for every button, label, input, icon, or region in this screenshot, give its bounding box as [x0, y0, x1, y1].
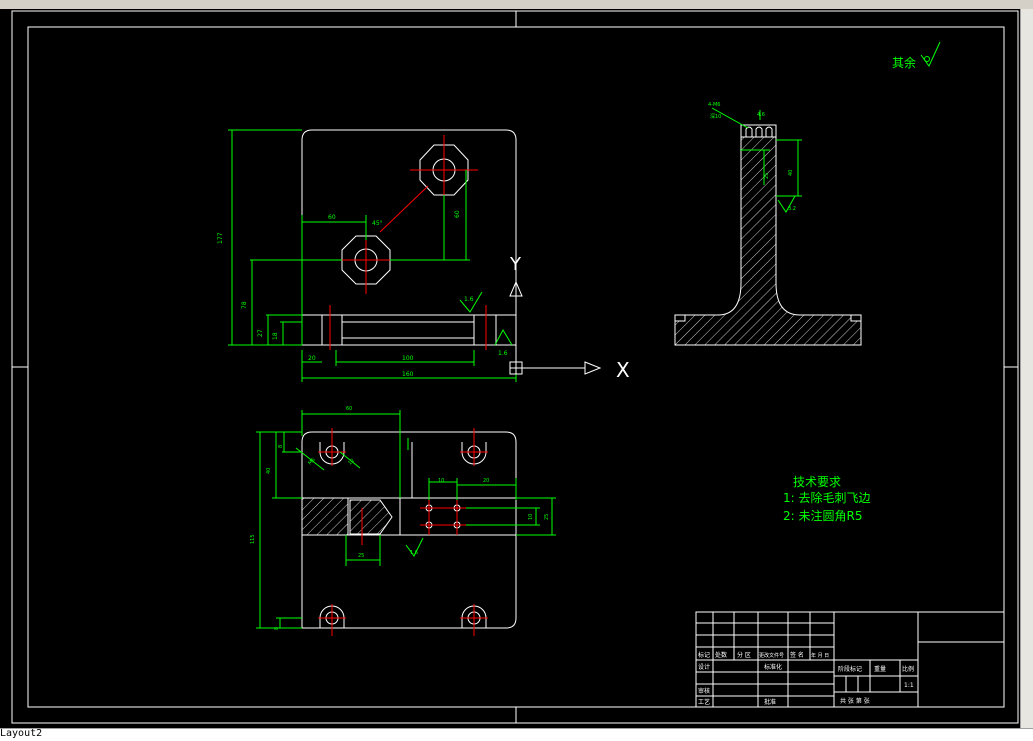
title-block-text: 标记 处数 分 区 更改文件号 签 名 年 月 日 设计 标准化 审核 工艺 批…: [698, 651, 914, 706]
notes-item-1: 1: 去除毛刺飞边: [783, 490, 871, 505]
svg-text:10: 10: [438, 478, 444, 484]
svg-text:8: 8: [274, 627, 280, 630]
svg-text:共 张 第 张: 共 张 第 张: [840, 697, 870, 705]
svg-text:25: 25: [358, 553, 364, 559]
svg-text:60: 60: [346, 406, 352, 412]
ucs-icon: [509, 280, 602, 375]
svg-text:重量: 重量: [874, 665, 886, 673]
svg-text:27: 27: [257, 329, 264, 337]
svg-text:18: 18: [272, 332, 279, 340]
svg-text:1.6: 1.6: [498, 350, 508, 357]
sheet-border: [11, 10, 1019, 724]
technical-notes: 技术要求 1: 去除毛刺飞边 2: 未注圆角R5: [783, 475, 871, 523]
svg-text:10: 10: [528, 514, 534, 520]
svg-text:40: 40: [266, 468, 272, 474]
notes-item-2: 2: 未注圆角R5: [783, 508, 862, 523]
svg-text:年 月 日: 年 月 日: [811, 652, 829, 659]
top-view: 60 115 40 8 8 10 20 25 10 25 1.6 M6 12: [250, 406, 556, 636]
svg-text:分 区: 分 区: [737, 651, 751, 659]
svg-text:100: 100: [402, 355, 414, 362]
svg-text:177: 177: [217, 232, 224, 244]
svg-text:签 名: 签 名: [790, 651, 804, 659]
svg-text:25: 25: [544, 514, 550, 520]
svg-text:4-M6: 4-M6: [708, 102, 720, 108]
svg-text:阶段标记: 阶段标记: [838, 665, 862, 673]
svg-text:更改文件号: 更改文件号: [759, 652, 784, 659]
svg-text:工艺: 工艺: [698, 698, 710, 706]
svg-text:40: 40: [788, 170, 794, 176]
svg-text:4.6: 4.6: [757, 112, 765, 118]
svg-text:25: 25: [764, 173, 770, 179]
svg-text:设计: 设计: [698, 663, 710, 671]
svg-text:1:1: 1:1: [904, 682, 914, 689]
svg-text:比例: 比例: [902, 665, 914, 673]
svg-text:深10: 深10: [710, 113, 721, 120]
notes-title: 技术要求: [793, 475, 841, 489]
svg-text:45°: 45°: [372, 220, 383, 227]
roughness-note: 其余: [892, 41, 941, 70]
ucs-x-label: X: [616, 358, 630, 382]
ucs-y-label: Y: [509, 254, 522, 275]
svg-text:标准化: 标准化: [764, 663, 782, 671]
svg-text:115: 115: [250, 534, 256, 544]
svg-text:1.6: 1.6: [410, 550, 418, 556]
svg-text:处数: 处数: [715, 651, 727, 659]
svg-text:60: 60: [328, 214, 336, 221]
svg-text:78: 78: [241, 301, 248, 309]
side-section-view: 4-M6 深10 4.6 40 25 3.2: [674, 102, 862, 346]
svg-text:60: 60: [454, 210, 461, 218]
cad-drawing[interactable]: 其余 177 78 27 18 60 60 20 100 160 45° 1.6…: [0, 0, 1033, 740]
svg-text:标记: 标记: [698, 651, 710, 659]
svg-text:8: 8: [278, 445, 284, 448]
svg-text:1.6: 1.6: [464, 296, 474, 303]
svg-text:20: 20: [483, 478, 489, 484]
svg-text:审核: 审核: [698, 687, 710, 695]
svg-text:160: 160: [402, 371, 414, 378]
front-view: 177 78 27 18 60 60 20 100 160 45° 1.6 1.…: [217, 129, 517, 382]
svg-text:20: 20: [308, 355, 316, 362]
svg-text:批准: 批准: [764, 698, 776, 706]
roughness-label: 其余: [892, 55, 916, 70]
svg-text:3.2: 3.2: [788, 206, 796, 212]
title-block: [695, 611, 1005, 708]
